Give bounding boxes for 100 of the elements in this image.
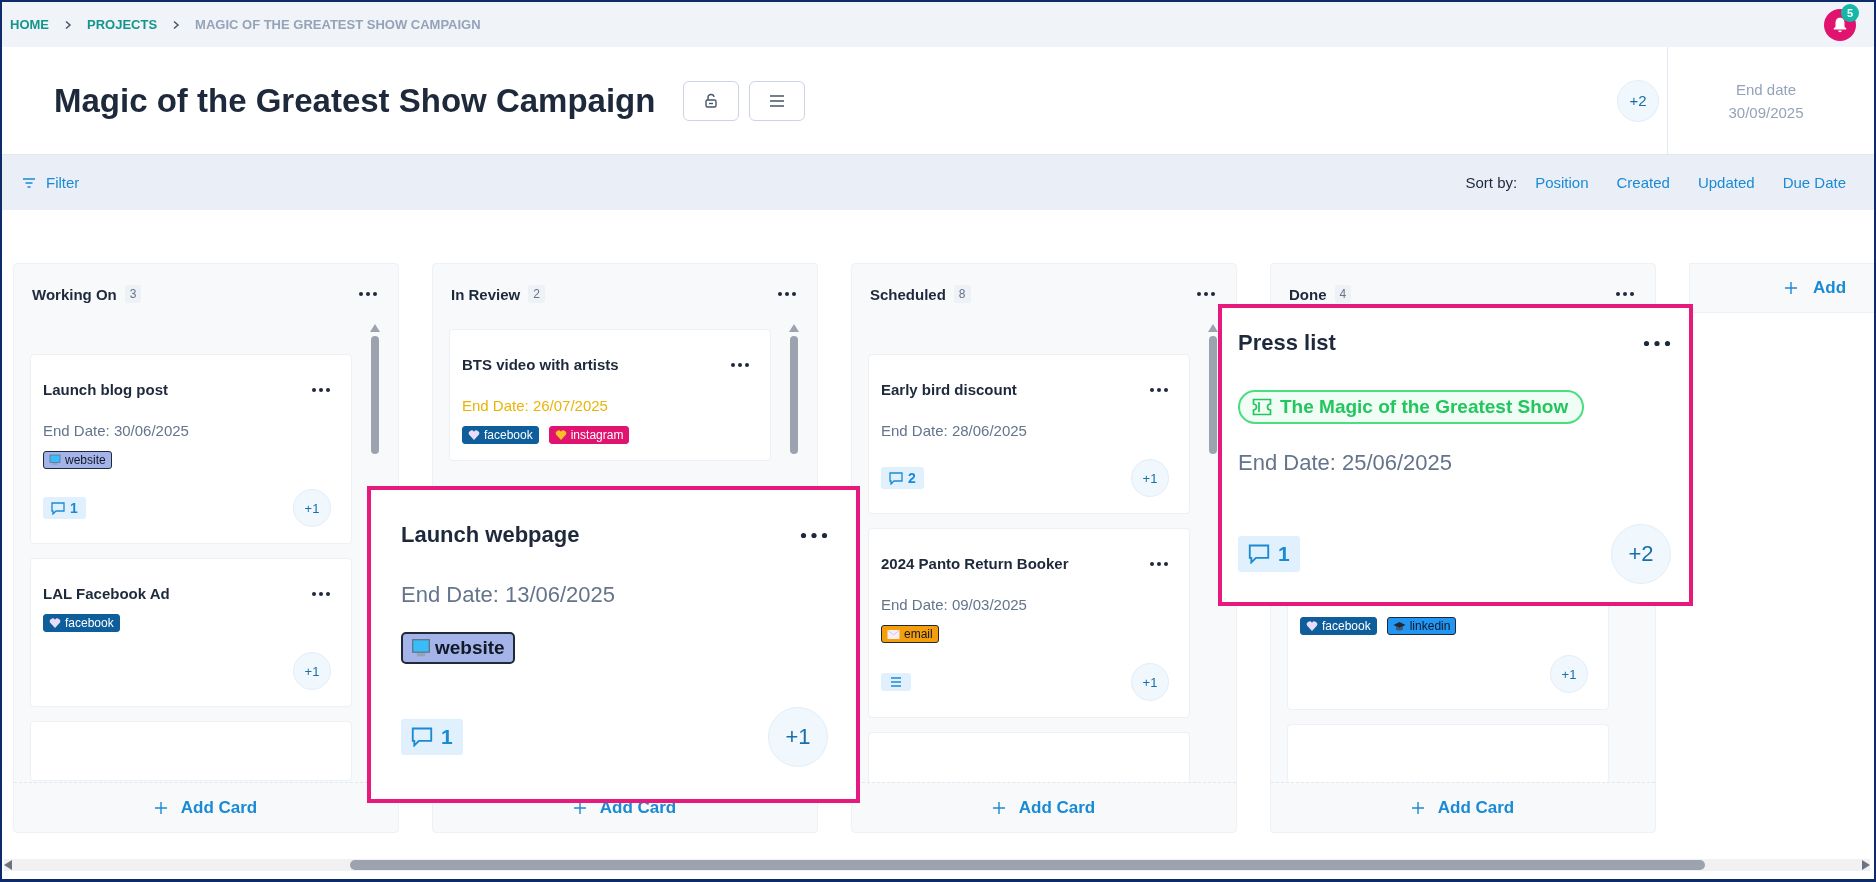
card-end-date: End Date: 09/03/2025	[881, 596, 1028, 613]
chevron-right-icon	[171, 19, 182, 30]
campaign-tag[interactable]: The Magic of the Greatest Show	[1238, 390, 1585, 424]
heart-icon	[554, 429, 567, 441]
task-card[interactable]: LAL Facebook Ad facebook +1	[30, 558, 352, 707]
comment-icon	[51, 501, 65, 515]
heart-icon	[1306, 620, 1318, 632]
channel-tag: facebook	[43, 614, 120, 632]
channel-tag: linkedin	[1386, 617, 1457, 635]
members-count[interactable]: +1	[293, 489, 331, 527]
heart-icon	[468, 429, 480, 441]
more-options-icon[interactable]	[1149, 386, 1169, 393]
card-count: 3	[124, 285, 142, 303]
plus-icon	[1785, 282, 1797, 294]
add-card-button[interactable]: Add Card	[1271, 782, 1655, 832]
padlock-icon	[703, 92, 720, 109]
breadcrumb-item[interactable]: HOME	[10, 17, 49, 32]
card-count: 2	[528, 285, 545, 303]
scroll-right-icon[interactable]	[1862, 860, 1870, 870]
scrollbar-drawing[interactable]	[789, 324, 799, 454]
comment-count[interactable]: 1	[401, 719, 463, 755]
sort-option[interactable]: Created	[1616, 174, 1670, 191]
card-title: Press list	[1238, 330, 1336, 356]
card-title: BTS video with artists	[462, 356, 619, 373]
breadcrumb-item[interactable]: PROJECTS	[87, 17, 158, 32]
heart-icon	[49, 617, 61, 629]
sort-option[interactable]: Position	[1535, 174, 1589, 191]
notification-count: 5	[1841, 3, 1859, 22]
channel-tag: website	[401, 632, 515, 664]
more-options-icon[interactable]	[730, 361, 750, 368]
column-title: Done	[1289, 285, 1327, 303]
lock-button[interactable]	[683, 80, 740, 121]
chevron-right-icon	[63, 19, 73, 30]
plus-icon	[1411, 801, 1424, 814]
comment-count[interactable]: 1	[1238, 536, 1300, 572]
graduation-cap-icon	[1392, 620, 1406, 632]
card-title: LAL Facebook Ad	[43, 585, 170, 602]
envelope-icon	[887, 628, 900, 640]
column-title: Working On	[32, 285, 117, 303]
channel-tag: instagram	[548, 426, 630, 444]
comment-count[interactable]: 2	[881, 467, 924, 489]
scroll-left-icon[interactable]	[4, 860, 12, 870]
ticket-icon	[1252, 398, 1272, 416]
card-count: 8	[953, 285, 971, 303]
end-date-value: 30/09/2025	[1728, 103, 1804, 121]
end-date-label: End date	[1735, 80, 1797, 98]
comment-icon	[1248, 544, 1270, 564]
channel-tag: facebook	[1300, 617, 1377, 635]
plus-icon	[992, 801, 1005, 814]
filter-icon	[22, 176, 36, 189]
channel-tag: website	[43, 451, 112, 469]
monitor-icon	[411, 638, 431, 658]
card-end-date: End Date: 13/06/2025	[401, 582, 617, 608]
breadcrumb-item: MAGIC OF THE GREATEST SHOW CAMPAIGN	[195, 17, 481, 32]
scrollbar-drawing[interactable]	[370, 324, 380, 454]
more-options-icon[interactable]	[1149, 560, 1169, 567]
members-count[interactable]: +1	[1131, 459, 1169, 497]
members-count[interactable]: +2	[1611, 524, 1671, 584]
sort-option[interactable]: Due Date	[1782, 174, 1846, 191]
card-end-date: End Date: 30/06/2025	[43, 422, 190, 439]
members-count[interactable]: +1	[768, 707, 828, 767]
comment-count[interactable]: 1	[43, 497, 86, 519]
more-options-icon[interactable]	[311, 590, 331, 597]
column-title: Scheduled	[870, 285, 946, 303]
more-options-icon[interactable]	[1615, 291, 1635, 297]
sort-label: Sort by:	[1465, 174, 1518, 191]
card-end-date: End Date: 26/07/2025	[462, 397, 609, 414]
horizontal-scrollbar[interactable]	[4, 859, 1870, 871]
filter-button[interactable]: Filter	[22, 174, 80, 191]
comment-icon	[411, 727, 433, 747]
task-card[interactable]: 2024 Panto Return Booker End Date: 09/03/2025 email +1	[868, 528, 1190, 718]
column-title: In Review	[451, 285, 521, 303]
bell-icon	[1831, 15, 1849, 34]
project-title: Magic of the Greatest Show Campaign	[54, 81, 656, 120]
more-options-icon[interactable]	[1643, 339, 1671, 347]
members-count[interactable]: +1	[293, 652, 331, 690]
menu-icon	[769, 93, 786, 108]
card-title: Launch blog post	[43, 381, 168, 398]
sort-option[interactable]: Updated	[1697, 174, 1755, 191]
task-card[interactable]: Early bird discount End Date: 28/06/2025 2 +1	[868, 354, 1190, 514]
more-options-icon[interactable]	[311, 386, 331, 393]
members-count[interactable]: +1	[1550, 655, 1588, 693]
scrollbar-drawing[interactable]	[1208, 324, 1218, 454]
more-options-icon[interactable]	[1196, 291, 1216, 297]
members-count[interactable]: +1	[1131, 663, 1169, 701]
add-list-button[interactable]: Add	[1785, 278, 1847, 298]
more-options-icon[interactable]	[777, 291, 797, 297]
more-options-icon[interactable]	[800, 531, 828, 539]
comment-icon	[889, 471, 903, 485]
card-title: Early bird discount	[881, 381, 1017, 398]
card-end-date: End Date: 28/06/2025	[881, 422, 1028, 439]
menu-button[interactable]	[749, 80, 806, 121]
card-title: Launch webpage	[401, 522, 580, 548]
description-icon[interactable]	[881, 673, 911, 691]
members-count[interactable]: +2	[1617, 79, 1659, 122]
card-end-date: End Date: 25/06/2025	[1238, 450, 1454, 476]
task-card[interactable]: BTS video with artists End Date: 26/07/2025 facebook instagram	[449, 329, 771, 461]
more-options-icon[interactable]	[358, 291, 378, 297]
monitor-icon	[49, 454, 61, 466]
task-card[interactable]: Launch blog post End Date: 30/06/2025 website 1 +1	[30, 354, 352, 544]
